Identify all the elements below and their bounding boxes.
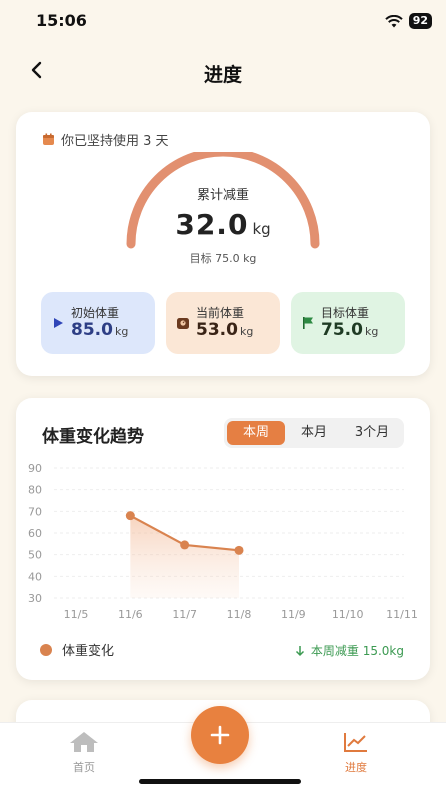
weekly-loss: 本周减重 15.0kg bbox=[295, 642, 404, 659]
trend-title: 体重变化趋势 bbox=[42, 427, 144, 447]
y-tick-label: 90 bbox=[28, 462, 42, 475]
status-icons: 92 bbox=[384, 13, 432, 29]
scale-icon bbox=[177, 318, 189, 329]
summary-card: 你已坚持使用 3 天 累计减重 32.0 kg 目标 75.0 kg 初始体重 8… bbox=[16, 112, 430, 376]
period-week[interactable]: 本周 bbox=[227, 421, 285, 445]
x-tick-label: 11/8 bbox=[227, 608, 252, 621]
y-tick-label: 40 bbox=[28, 570, 42, 583]
home-icon bbox=[70, 732, 98, 752]
gauge-caption: 累计减重 bbox=[196, 188, 249, 203]
stat-number: 85.0 bbox=[71, 320, 113, 340]
x-tick-label: 11/6 bbox=[118, 608, 143, 621]
stat-initial-weight: 初始体重 85.0 kg bbox=[41, 292, 155, 354]
period-3months[interactable]: 3个月 bbox=[343, 421, 401, 445]
y-tick-label: 30 bbox=[28, 592, 42, 605]
weight-chart-svg: 90 80 70 60 50 40 30 11/5 11/6 11/7 11/8 11/9 11/10 1… bbox=[28, 462, 418, 621]
stat-value: 75.0 kg bbox=[321, 320, 378, 340]
stat-number: 75.0 bbox=[321, 320, 363, 340]
streak-text: 你已坚持使用 3 天 bbox=[61, 134, 169, 149]
data-point bbox=[180, 540, 190, 550]
gauge-target: 目标 75.0 kg bbox=[189, 252, 257, 265]
weekly-loss-text: 本周减重 15.0kg bbox=[310, 644, 404, 658]
stat-target-weight: 目标体重 75.0 kg bbox=[291, 292, 405, 354]
streak-info: 你已坚持使用 3 天 bbox=[42, 130, 169, 149]
period-selector: 本周 本月 3个月 bbox=[224, 418, 404, 448]
total-lost-number: 32.0 bbox=[175, 208, 249, 241]
chart-line-icon bbox=[344, 733, 367, 752]
y-tick-label: 50 bbox=[28, 549, 42, 562]
tab-progress-label: 进度 bbox=[345, 761, 367, 774]
total-lost-value: 32.0 kg bbox=[16, 208, 430, 241]
data-point bbox=[125, 511, 135, 521]
trend-card: 体重变化趋势 本周 本月 3个月 90 80 70 60 50 40 30 11/5 11/6 1… bbox=[16, 398, 430, 680]
battery-level: 92 bbox=[408, 13, 432, 29]
stat-label: 目标体重 bbox=[321, 306, 370, 320]
stat-current-weight: 当前体重 53.0 kg bbox=[166, 292, 280, 354]
x-tick-label: 11/7 bbox=[172, 608, 197, 621]
y-tick-label: 80 bbox=[28, 484, 42, 497]
chart-legend: 体重变化 bbox=[40, 640, 114, 659]
series-area bbox=[130, 515, 239, 598]
flag-icon bbox=[303, 317, 313, 329]
x-tick-label: 11/11 bbox=[386, 608, 418, 621]
stat-unit: kg bbox=[114, 325, 129, 338]
stat-unit: kg bbox=[239, 325, 254, 338]
stat-unit: kg bbox=[364, 325, 379, 338]
tab-progress[interactable]: 进度 bbox=[316, 731, 396, 775]
status-bar: 15:06 92 bbox=[0, 0, 446, 44]
arrow-down-icon bbox=[295, 645, 304, 656]
legend-label: 体重变化 bbox=[62, 644, 115, 659]
home-indicator bbox=[139, 779, 301, 784]
tab-home[interactable]: 首页 bbox=[44, 731, 124, 775]
tab-home-label: 首页 bbox=[73, 761, 95, 774]
wifi-icon bbox=[384, 14, 403, 27]
total-lost-unit: kg bbox=[252, 220, 271, 238]
stat-row: 初始体重 85.0 kg 当前体重 53.0 kg 目标体重 75.0 kg bbox=[41, 292, 405, 356]
status-time: 15:06 bbox=[36, 11, 87, 30]
stat-number: 53.0 bbox=[196, 320, 238, 340]
page-title: 进度 bbox=[203, 64, 242, 86]
legend-dot bbox=[40, 643, 52, 656]
add-record-button[interactable] bbox=[191, 706, 249, 764]
x-tick-label: 11/9 bbox=[281, 608, 306, 621]
y-tick-label: 60 bbox=[28, 527, 42, 540]
stat-value: 85.0 kg bbox=[71, 320, 128, 340]
stat-label: 当前体重 bbox=[196, 306, 245, 320]
plus-icon bbox=[210, 725, 230, 745]
play-icon bbox=[54, 318, 63, 328]
stat-label: 初始体重 bbox=[71, 306, 120, 320]
data-point bbox=[234, 545, 244, 555]
period-month[interactable]: 本月 bbox=[285, 421, 343, 445]
weight-chart: 90 80 70 60 50 40 30 11/5 11/6 11/7 11/8 11/9 11/10 1… bbox=[16, 454, 430, 624]
x-tick-label: 11/10 bbox=[332, 608, 364, 621]
stat-value: 53.0 kg bbox=[196, 320, 253, 340]
nav-bar: 进度 bbox=[0, 44, 446, 96]
y-tick-label: 70 bbox=[28, 505, 42, 518]
x-tick-label: 11/5 bbox=[64, 608, 89, 621]
calendar-icon bbox=[43, 133, 54, 145]
